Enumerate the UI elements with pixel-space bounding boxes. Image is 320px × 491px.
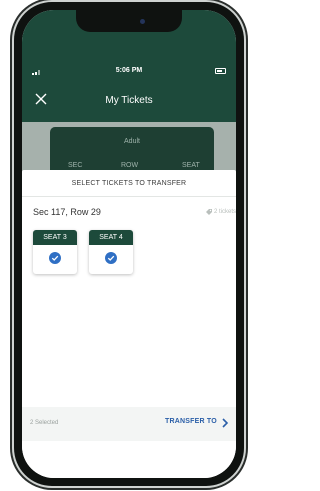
phone-frame: 5:06 PM My Tickets Adult SEC ROW SEAT SE… bbox=[14, 2, 244, 486]
column-row: ROW bbox=[121, 162, 139, 169]
footer-bar: 2 Selected TRANSFER TO bbox=[22, 407, 236, 441]
transfer-to-button[interactable]: TRANSFER TO bbox=[165, 418, 217, 425]
volume-down-button bbox=[10, 130, 13, 158]
column-seat: SEAT bbox=[182, 162, 200, 169]
checkmark-icon bbox=[105, 252, 117, 264]
battery-icon bbox=[215, 68, 226, 74]
phone-screen: 5:06 PM My Tickets Adult SEC ROW SEAT SE… bbox=[22, 10, 236, 478]
section-label: Sec 117, Row 29 bbox=[33, 207, 101, 217]
status-time: 5:06 PM bbox=[115, 67, 143, 74]
phone-notch bbox=[76, 10, 182, 32]
ticket-count: 2 tickets bbox=[214, 209, 236, 215]
seat-card-4[interactable]: SEAT 4 bbox=[89, 230, 133, 274]
sheet-title: SELECT TICKETS TO TRANSFER bbox=[71, 180, 187, 187]
checkmark-icon bbox=[49, 252, 61, 264]
page-title: My Tickets bbox=[105, 95, 153, 106]
divider bbox=[22, 196, 236, 197]
status-bar: 5:06 PM bbox=[22, 67, 236, 79]
selected-count: 2 Selected bbox=[30, 420, 59, 426]
chevron-right-icon[interactable] bbox=[221, 418, 229, 428]
camera-icon bbox=[140, 19, 145, 24]
power-button bbox=[244, 118, 247, 166]
seat-label: SEAT 3 bbox=[33, 230, 77, 245]
seat-card-3[interactable]: SEAT 3 bbox=[33, 230, 77, 274]
column-sec: SEC bbox=[68, 162, 83, 169]
ticket-type: Adult bbox=[124, 138, 140, 145]
ticket-tag-icon bbox=[206, 209, 212, 215]
volume-up-button bbox=[10, 92, 13, 120]
seat-label: SEAT 4 bbox=[89, 230, 133, 245]
